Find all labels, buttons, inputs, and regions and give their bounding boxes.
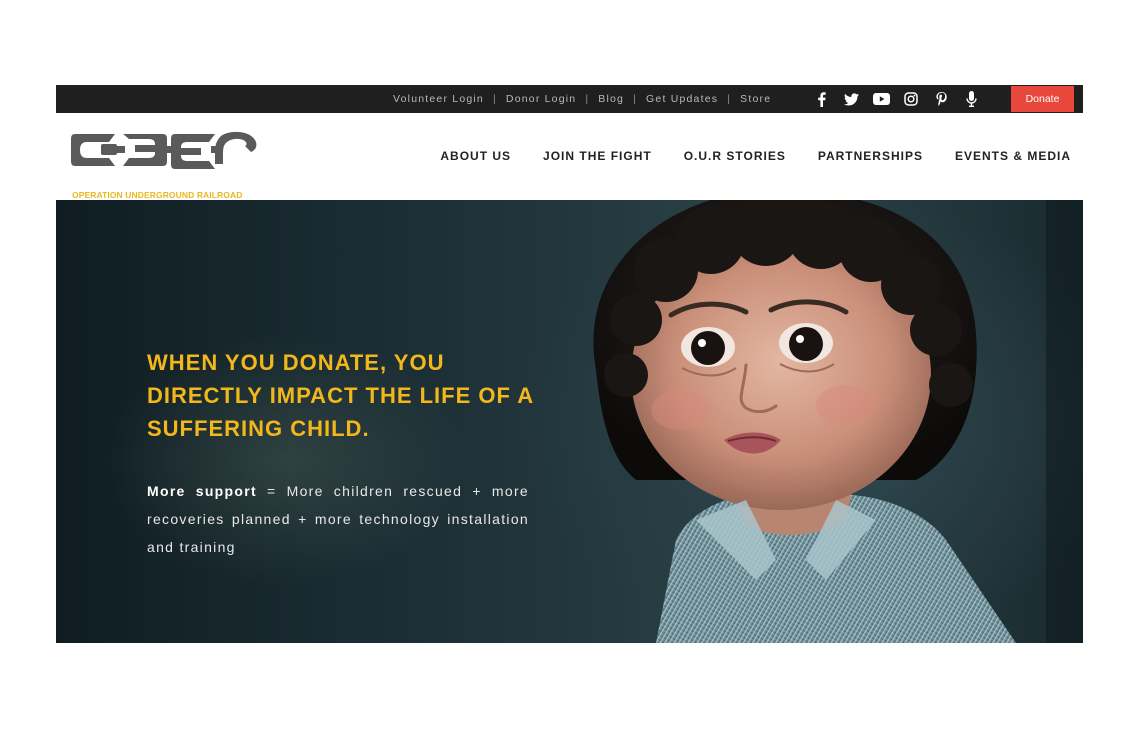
our-logo[interactable]: OPERATION UNDERGROUND RAILROAD [71, 128, 261, 200]
twitter-icon[interactable] [842, 90, 860, 108]
volunteer-login-link[interactable]: Volunteer Login [393, 93, 484, 105]
hero-body-bold: More support [147, 483, 257, 499]
hero-heading: WHEN YOU DONATE, YOU DIRECTLY IMPACT THE… [147, 350, 534, 441]
nav-about-us[interactable]: ABOUT US [440, 149, 511, 163]
hero-banner: WHEN YOU DONATE, YOU DIRECTLY IMPACT THE… [56, 200, 1083, 643]
facebook-icon[interactable] [812, 90, 830, 108]
site-header: OPERATION UNDERGROUND RAILROAD ABOUT US … [56, 113, 1083, 200]
nav-partnerships[interactable]: PARTNERSHIPS [818, 149, 923, 163]
separator: | [633, 93, 638, 105]
top-utility-bar: Volunteer Login | Donor Login | Blog | G… [56, 85, 1083, 113]
separator: | [585, 93, 590, 105]
instagram-icon[interactable] [902, 90, 920, 108]
donate-button[interactable]: Donate [1011, 86, 1074, 112]
pinterest-icon[interactable] [932, 90, 950, 108]
logo-chain-icon [71, 131, 257, 169]
page: Volunteer Login | Donor Login | Blog | G… [0, 0, 1132, 755]
nav-events-media[interactable]: EVENTS & MEDIA [955, 149, 1071, 163]
microphone-icon[interactable] [962, 90, 980, 108]
utility-links: Volunteer Login | Donor Login | Blog | G… [393, 85, 771, 113]
get-updates-link[interactable]: Get Updates [646, 93, 718, 105]
youtube-icon[interactable] [872, 90, 890, 108]
separator: | [492, 93, 497, 105]
social-links [812, 85, 980, 113]
nav-our-stories[interactable]: O.U.R STORIES [684, 149, 786, 163]
nav-join-the-fight[interactable]: JOIN THE FIGHT [543, 149, 652, 163]
main-nav: ABOUT US JOIN THE FIGHT O.U.R STORIES PA… [440, 149, 1071, 163]
donor-login-link[interactable]: Donor Login [506, 93, 576, 105]
separator: | [727, 93, 732, 105]
store-link[interactable]: Store [740, 93, 771, 105]
blog-link[interactable]: Blog [598, 93, 624, 105]
hero-body: More support = More children rescued + m… [147, 477, 529, 561]
logo-caption: OPERATION UNDERGROUND RAILROAD [72, 190, 243, 200]
